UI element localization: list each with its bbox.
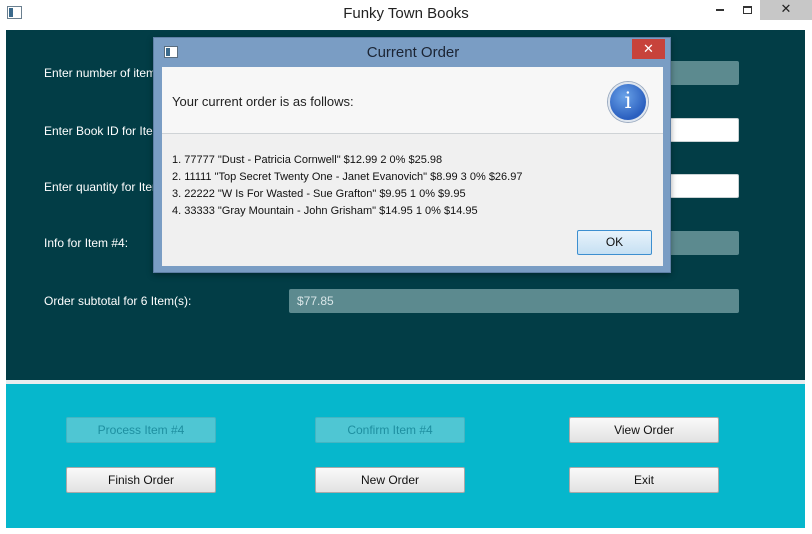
info-icon: i (608, 82, 648, 122)
current-order-dialog: Current Order ✕ Your current order is as… (153, 37, 671, 273)
close-icon: ✕ (643, 41, 654, 56)
window-title: Funky Town Books (343, 5, 469, 22)
order-line-4: 4. 33333 "Gray Mountain - John Grisham" … (172, 205, 478, 217)
finish-order-button[interactable]: Finish Order (66, 467, 216, 493)
minimize-button[interactable] (706, 0, 734, 20)
minimize-icon (716, 8, 724, 11)
exit-button[interactable]: Exit (569, 467, 719, 493)
subtotal-label: Order subtotal for 6 Item(s): (44, 294, 192, 308)
dialog-body: Your current order is as follows: i 1. 7… (162, 67, 663, 266)
view-order-button[interactable]: View Order (569, 417, 719, 443)
close-button[interactable]: ✕ (760, 0, 812, 20)
order-line-2: 2. 11111 "Top Secret Twenty One - Janet … (172, 171, 523, 183)
item-info-label: Info for Item #4: (44, 236, 129, 250)
ok-button[interactable]: OK (577, 230, 652, 255)
maximize-icon (742, 5, 752, 14)
close-icon: ✕ (780, 1, 792, 16)
maximize-button[interactable] (734, 0, 760, 20)
dialog-header: Your current order is as follows: i (162, 67, 663, 134)
dialog-heading: Your current order is as follows: (172, 94, 354, 109)
new-order-button[interactable]: New Order (315, 467, 465, 493)
button-panel (6, 384, 805, 528)
confirm-item-button[interactable]: Confirm Item #4 (315, 417, 465, 443)
dialog-close-button[interactable]: ✕ (632, 39, 665, 59)
order-line-1: 1. 77777 "Dust - Patricia Cornwell" $12.… (172, 154, 443, 166)
process-item-button[interactable]: Process Item #4 (66, 417, 216, 443)
title-bar: Funky Town Books ✕ (0, 0, 812, 28)
order-line-3: 3. 22222 "W Is For Wasted - Sue Grafton"… (172, 188, 466, 200)
subtotal-field: $77.85 (289, 289, 739, 313)
dialog-title: Current Order (366, 44, 460, 61)
